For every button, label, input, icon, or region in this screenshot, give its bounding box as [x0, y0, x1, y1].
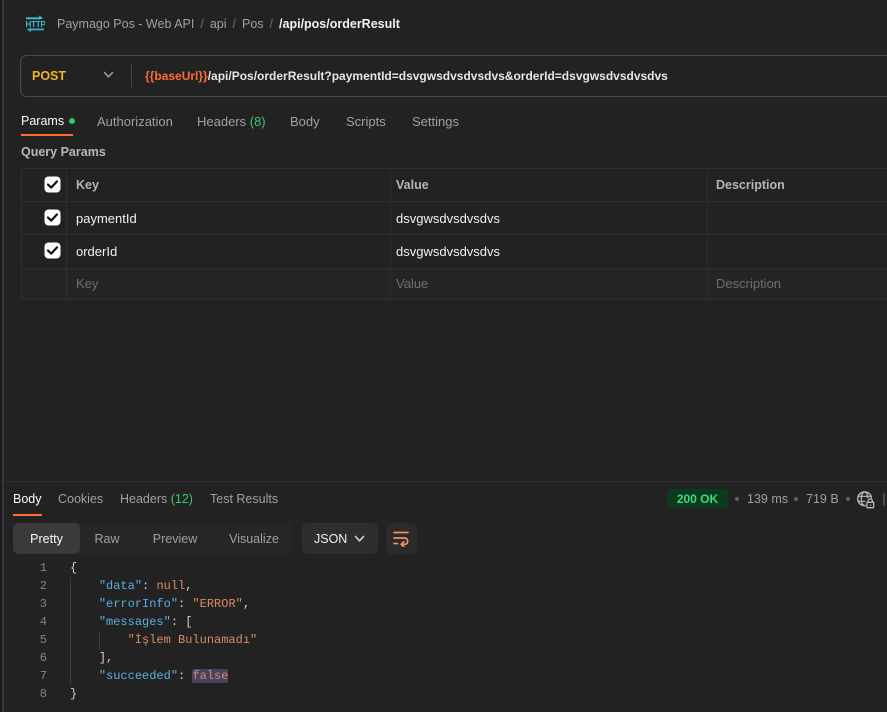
- svg-text:HTTP: HTTP: [26, 20, 46, 29]
